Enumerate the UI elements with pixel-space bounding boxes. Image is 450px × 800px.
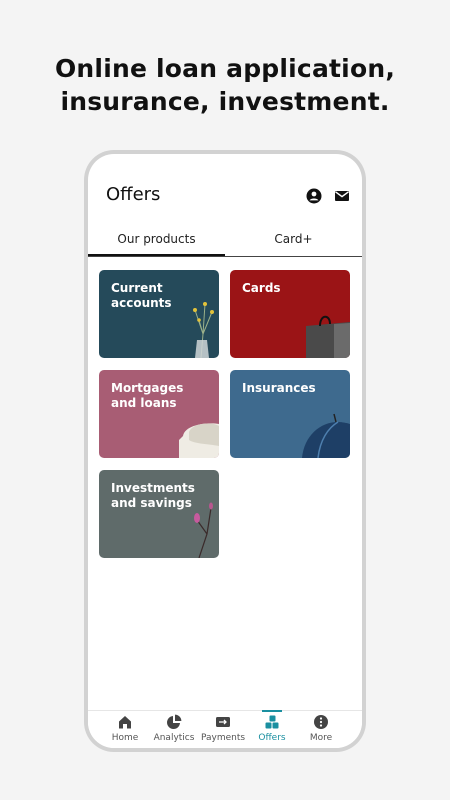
product-card-cards[interactable]: Cards: [230, 270, 350, 358]
account-icon[interactable]: [306, 188, 322, 204]
product-card-label: Investments and savings: [111, 481, 195, 510]
nav-more[interactable]: More: [296, 711, 346, 748]
pie-chart-icon: [167, 714, 182, 729]
headline-line-2: insurance, investment.: [60, 87, 390, 116]
page-title: Offers: [106, 184, 161, 205]
offers-icon: [265, 715, 279, 729]
shopping-bag-icon: [306, 315, 350, 358]
headline-line-1: Online loan application,: [54, 54, 396, 83]
tab-card-plus[interactable]: Card+: [225, 224, 362, 256]
phone-frame: Offers Our products Card+ Current accoun…: [84, 150, 366, 752]
payments-icon: [216, 717, 230, 727]
umbrella-icon: [302, 413, 350, 458]
magnolia-branch-icon: [194, 502, 213, 558]
app-screen: Offers Our products Card+ Current accoun…: [88, 154, 362, 748]
tab-label: Card+: [274, 232, 313, 246]
product-card-label: Mortgages and loans: [111, 381, 184, 410]
nav-label: More: [309, 733, 333, 743]
product-card-investments-savings[interactable]: Investments and savings: [99, 470, 219, 558]
more-icon: [314, 715, 328, 729]
tab-label: Our products: [117, 232, 196, 246]
sofa-icon: [179, 423, 219, 458]
product-card-mortgages-loans[interactable]: Mortgages and loans: [99, 370, 219, 458]
product-tabs: Our products Card+: [88, 224, 362, 257]
marketing-headline: Online loan application, insurance, inve…: [0, 52, 450, 118]
bottom-navigation: Home Analytics Payments Offers More: [88, 710, 362, 748]
mail-icon[interactable]: [334, 188, 350, 204]
home-icon: [119, 716, 131, 729]
product-card-insurances[interactable]: Insurances: [230, 370, 350, 458]
flower-vase-icon: [193, 302, 214, 358]
product-card-label: Cards: [242, 281, 281, 295]
product-card-label: Insurances: [242, 381, 316, 395]
tab-our-products[interactable]: Our products: [88, 224, 225, 256]
product-card-current-accounts[interactable]: Current accounts: [99, 270, 219, 358]
